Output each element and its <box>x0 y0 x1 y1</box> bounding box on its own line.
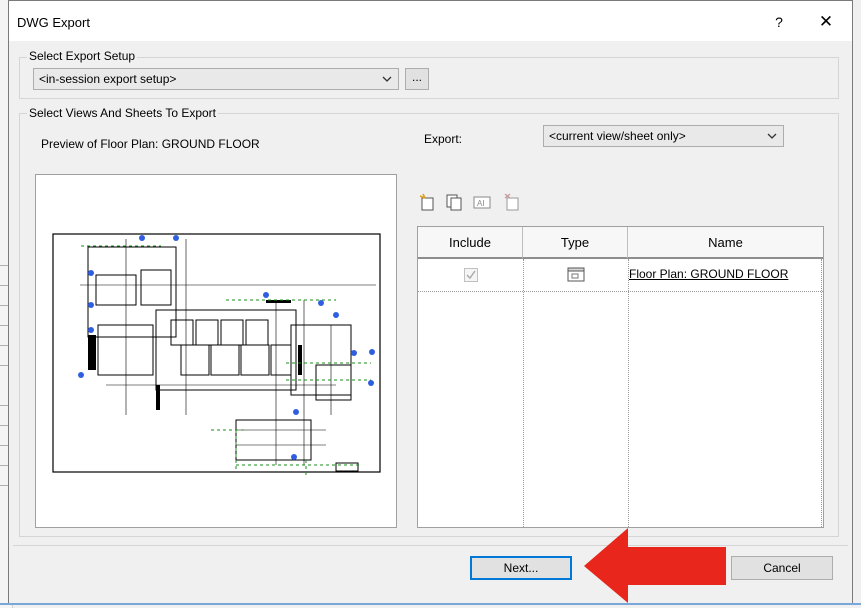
export-setup-value: <in-session export setup> <box>39 72 177 86</box>
chevron-down-icon <box>767 133 777 139</box>
svg-text:AI: AI <box>477 199 485 208</box>
export-label: Export: <box>424 132 463 146</box>
view-name-link[interactable]: Floor Plan: GROUND FLOOR <box>629 267 788 281</box>
duplicate-set-icon[interactable] <box>445 193 463 211</box>
title-bar: DWG Export ? ✕ <box>9 1 852 41</box>
annotation-arrow <box>584 528 726 603</box>
close-button[interactable]: ✕ <box>814 10 838 34</box>
floor-plan-view-icon <box>567 267 585 282</box>
new-set-icon[interactable] <box>419 193 437 211</box>
cancel-button[interactable]: Cancel <box>731 556 833 580</box>
include-checkbox[interactable] <box>464 268 478 282</box>
delete-set-icon[interactable] <box>503 193 521 211</box>
column-header-include[interactable]: Include <box>418 227 523 259</box>
next-button[interactable]: Next... <box>470 556 572 580</box>
column-header-name[interactable]: Name <box>628 227 823 259</box>
views-sheets-group-label: Select Views And Sheets To Export <box>27 106 219 120</box>
export-scope-select[interactable]: <current view/sheet only> <box>543 125 784 147</box>
export-setup-group-label: Select Export Setup <box>27 49 138 63</box>
column-header-type[interactable]: Type <box>523 227 628 259</box>
export-setup-select[interactable]: <in-session export setup> <box>33 68 399 90</box>
preview-label: Preview of Floor Plan: GROUND FLOOR <box>41 137 260 151</box>
dialog-title: DWG Export <box>17 15 90 30</box>
rename-set-icon[interactable]: AI <box>473 193 491 211</box>
chevron-down-icon <box>382 76 392 82</box>
views-table: Include Type Name Floor Plan: GROUND FLO… <box>417 226 824 528</box>
dwg-export-dialog: DWG Export ? ✕ Select Export Setup <in-s… <box>8 0 853 604</box>
help-button[interactable]: ? <box>767 10 791 34</box>
floor-plan-drawing <box>52 233 381 475</box>
table-row[interactable]: Floor Plan: GROUND FLOOR <box>418 259 823 291</box>
export-setup-more-button[interactable]: ... <box>405 68 429 90</box>
export-scope-value: <current view/sheet only> <box>549 129 686 143</box>
floor-plan-preview <box>35 174 397 528</box>
